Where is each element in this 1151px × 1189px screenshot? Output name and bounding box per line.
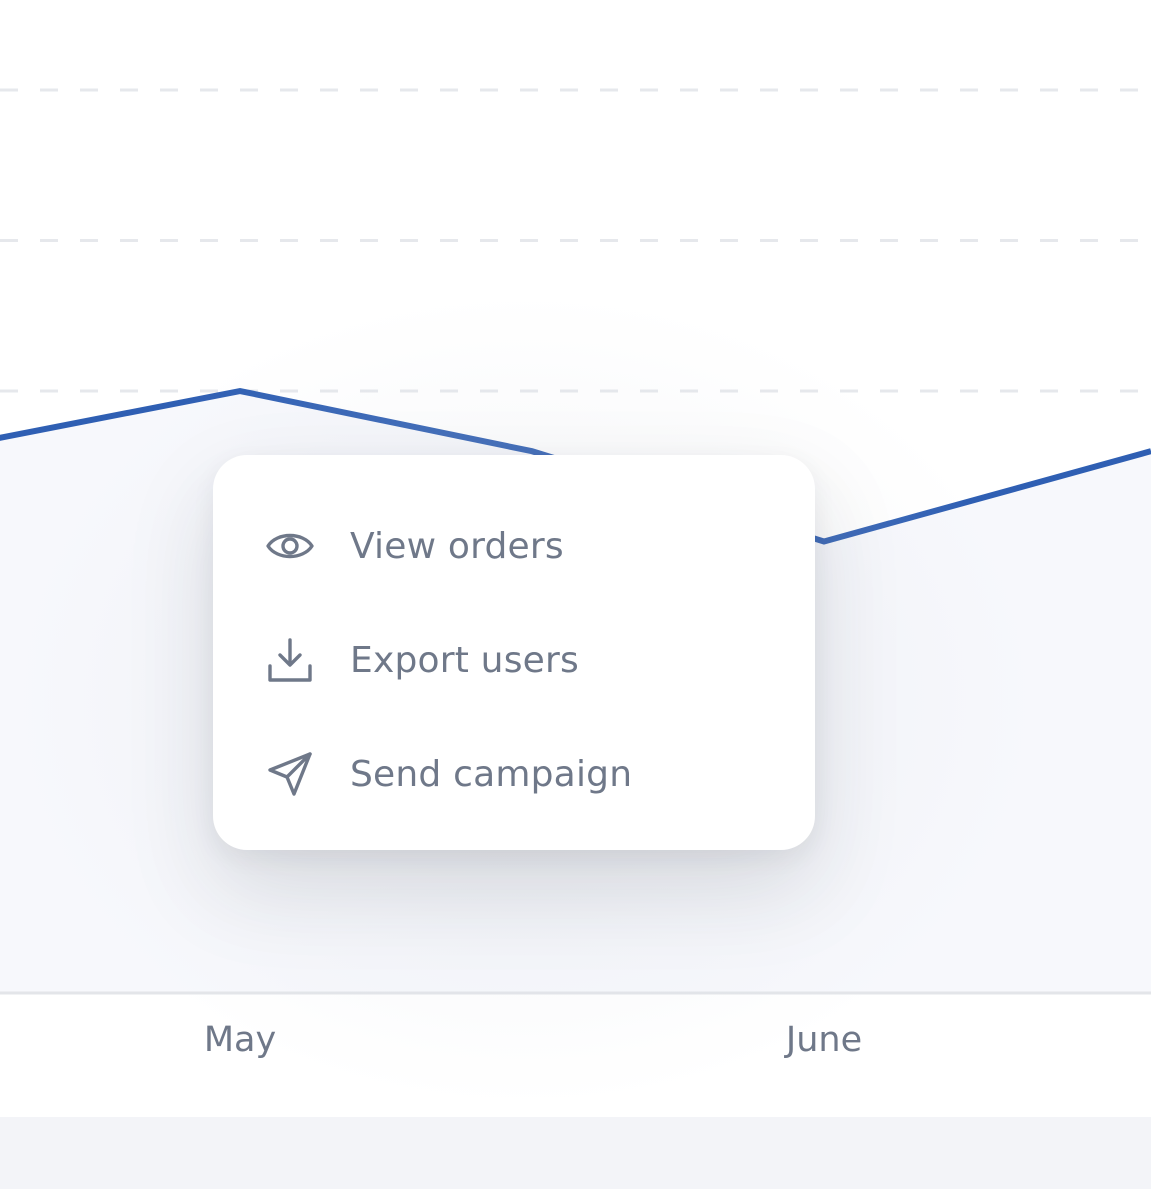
menu-item-label: Export users (350, 639, 579, 681)
paper-plane-icon (265, 749, 315, 799)
menu-item-export-users[interactable]: Export users (213, 603, 815, 717)
menu-item-label: Send campaign (350, 753, 633, 795)
x-tick-label: May (203, 1020, 277, 1060)
x-tick-label: June (785, 1020, 863, 1060)
menu-item-send-campaign[interactable]: Send campaign (213, 717, 815, 831)
eye-icon (265, 521, 315, 571)
download-icon (265, 635, 315, 685)
menu-item-label: View orders (350, 525, 564, 567)
context-menu: View orders Export users Send campaign (213, 455, 815, 850)
menu-item-view-orders[interactable]: View orders (213, 489, 815, 603)
chart-card: View orders Export users Send campaign M… (0, 0, 1151, 1117)
